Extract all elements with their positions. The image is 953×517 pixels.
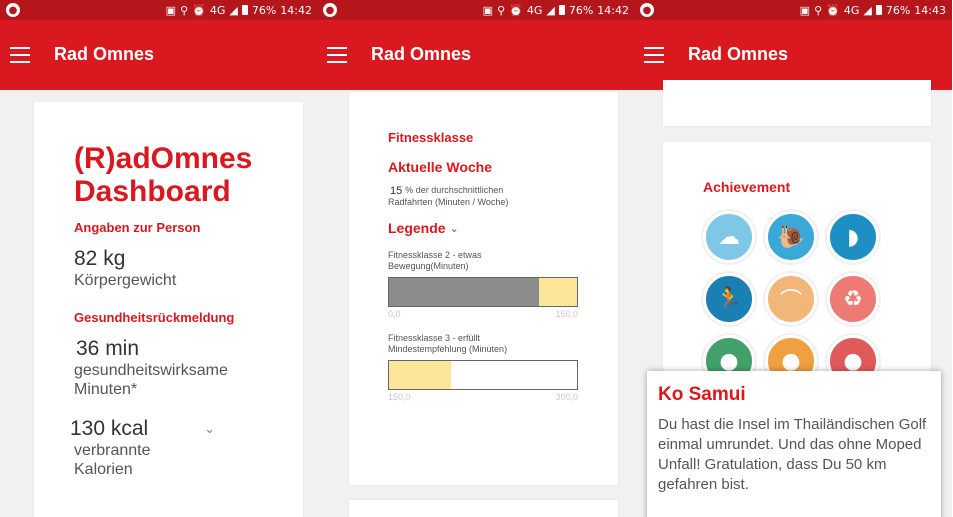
weight-label: Körpergewicht	[74, 272, 177, 289]
app-title: Rad Omnes	[371, 44, 472, 64]
class2-axis-min: 0,0	[388, 309, 401, 319]
app-notification-icon: ●	[640, 3, 654, 17]
menu-icon[interactable]	[644, 47, 664, 63]
status-bar: ● ▣ ⚲ ⏰ 4G ◢ 76% 14:43	[634, 0, 952, 20]
battery-icon	[875, 5, 882, 15]
cast-icon: ▣	[482, 3, 494, 17]
dashboard-card: (R)adOmnes Dashboard Angaben zur Person …	[34, 102, 303, 517]
legend-label: Legende	[388, 220, 446, 236]
signal-icon: ◢	[863, 3, 872, 17]
app-bar: Rad Omnes	[0, 20, 318, 90]
dashboard-title-line2: Dashboard	[74, 175, 231, 208]
percent-row: 15 % der durchschnittlichen	[390, 185, 618, 197]
health-heading: Gesundheitsrückmeldung	[74, 310, 235, 325]
network-label: 4G	[843, 3, 860, 17]
class3-axis-min: 150,0	[388, 392, 411, 402]
chevron-down-icon[interactable]: ⌄	[204, 422, 215, 437]
class3-label-line2: Mindestempfehlung (Minuten)	[388, 344, 508, 354]
class2-bar-gray	[389, 278, 540, 306]
class3-progress-bar	[388, 360, 578, 390]
battery-icon	[241, 5, 248, 15]
app-title: Rad Omnes	[688, 44, 789, 64]
class3-label-line1: Fitnessklasse 3 - erfüllt	[388, 333, 481, 343]
next-card	[349, 500, 618, 517]
kcal-row[interactable]: 130 kcal ⌄	[70, 417, 303, 441]
popup-text: Du hast die Insel im Thailändischen Golf…	[658, 416, 927, 493]
fitness-card: Fitnessklasse Aktuelle Woche 15 % der du…	[349, 92, 618, 485]
clock: 14:42	[280, 3, 312, 17]
battery-percent: 76%	[568, 3, 594, 17]
network-label: 4G	[526, 3, 543, 17]
app-notification-icon: ●	[6, 3, 20, 17]
battery-icon	[558, 5, 565, 15]
clock: 14:43	[914, 3, 946, 17]
class2-axis: 0,0 150,0	[388, 309, 578, 319]
legend-toggle[interactable]: Legende ⌄	[388, 220, 618, 236]
alarm-icon: ⏰	[826, 3, 840, 17]
clock: 14:42	[597, 3, 629, 17]
alarm-icon: ⏰	[192, 3, 206, 17]
status-bar: ● ▣ ⚲ ⏰ 4G ◢ 76% 14:42	[0, 0, 318, 20]
battery-percent: 76%	[885, 3, 911, 17]
cast-icon: ▣	[165, 3, 177, 17]
location-icon: ⚲	[814, 3, 823, 17]
status-right: ▣ ⚲ ⏰ 4G ◢ 76% 14:43	[800, 4, 946, 17]
runner-icon[interactable]: 🏃	[703, 273, 755, 325]
status-right: ▣ ⚲ ⏰ 4G ◢ 76% 14:42	[166, 4, 312, 17]
location-icon: ⚲	[180, 3, 189, 17]
status-bar: ● ▣ ⚲ ⏰ 4G ◢ 76% 14:42	[317, 0, 635, 20]
weight-value: 82 kg	[74, 247, 126, 270]
snail-icon[interactable]: 🐌	[765, 211, 817, 263]
status-right: ▣ ⚲ ⏰ 4G ◢ 76% 14:42	[483, 4, 629, 17]
location-icon: ⚲	[497, 3, 506, 17]
fitness-heading: Fitnessklasse	[388, 130, 474, 145]
kcal-label-line1: verbrannte	[74, 442, 151, 459]
class3-bar-yellow	[389, 361, 452, 389]
app-title: Rad Omnes	[54, 44, 155, 64]
class2-bar-yellow	[539, 278, 577, 306]
class3-axis-max: 300,0	[555, 392, 578, 402]
chevron-down-icon: ⌄	[449, 221, 459, 235]
kcal-label-line2: Kalorien	[74, 461, 133, 478]
minutes-value: 36 min	[76, 337, 140, 360]
screens-container: ● ▣ ⚲ ⏰ 4G ◢ 76% 14:42 Rad Omnes (R)adOm…	[0, 0, 953, 517]
percent-text-line1: % der durchschnittlichen	[405, 185, 504, 195]
class2-axis-max: 150,0	[555, 309, 578, 319]
percent-text-line2: Radfahrten (Minuten / Woche)	[388, 197, 509, 207]
bridge-icon[interactable]: ⌒	[765, 273, 817, 325]
dashboard-title-line1: (R)adOmnes	[74, 142, 253, 175]
minutes-label-line2: Minuten*	[74, 381, 138, 398]
cast-icon: ▣	[799, 3, 811, 17]
class2-label-line2: Bewegung(Minuten)	[388, 261, 469, 271]
popup-title: Ko Samui	[658, 384, 746, 405]
menu-icon[interactable]	[327, 47, 347, 63]
week-heading: Aktuelle Woche	[388, 159, 492, 175]
class2-label-line1: Fitnessklasse 2 - etwas	[388, 250, 482, 260]
dashboard-title: (R)adOmnes Dashboard	[74, 142, 303, 208]
seal-icon[interactable]: ◗	[827, 211, 879, 263]
screen-dashboard: ● ▣ ⚲ ⏰ 4G ◢ 76% 14:42 Rad Omnes (R)adOm…	[0, 0, 318, 517]
recycle-icon[interactable]: ♻	[827, 273, 879, 325]
alarm-icon: ⏰	[509, 3, 523, 17]
app-bar: Rad Omnes	[317, 20, 635, 90]
signal-icon: ◢	[229, 3, 238, 17]
kcal-value: 130 kcal	[70, 417, 149, 440]
person-heading: Angaben zur Person	[74, 220, 201, 235]
battery-percent: 76%	[251, 3, 277, 17]
percent-text: % der durchschnittlichen	[405, 185, 503, 196]
network-label: 4G	[209, 3, 226, 17]
achievement-popup: Ko Samui Du hast die Insel im Thailändis…	[647, 371, 941, 517]
signal-icon: ◢	[546, 3, 555, 17]
badge-grid: ☁ 🐌 ◗ 🏃 ⌒ ♻ ● ● ●	[703, 211, 931, 387]
previous-card	[663, 80, 931, 126]
minutes-label-line1: gesundheitswirksame	[74, 362, 228, 379]
class3-axis: 150,0 300,0	[388, 392, 578, 402]
app-notification-icon: ●	[323, 3, 337, 17]
menu-icon[interactable]	[10, 47, 30, 63]
cloud-icon[interactable]: ☁	[703, 211, 755, 263]
class2-progress-bar	[388, 277, 578, 307]
achievement-heading: Achievement	[703, 179, 791, 195]
percent-value: 15	[390, 185, 403, 197]
